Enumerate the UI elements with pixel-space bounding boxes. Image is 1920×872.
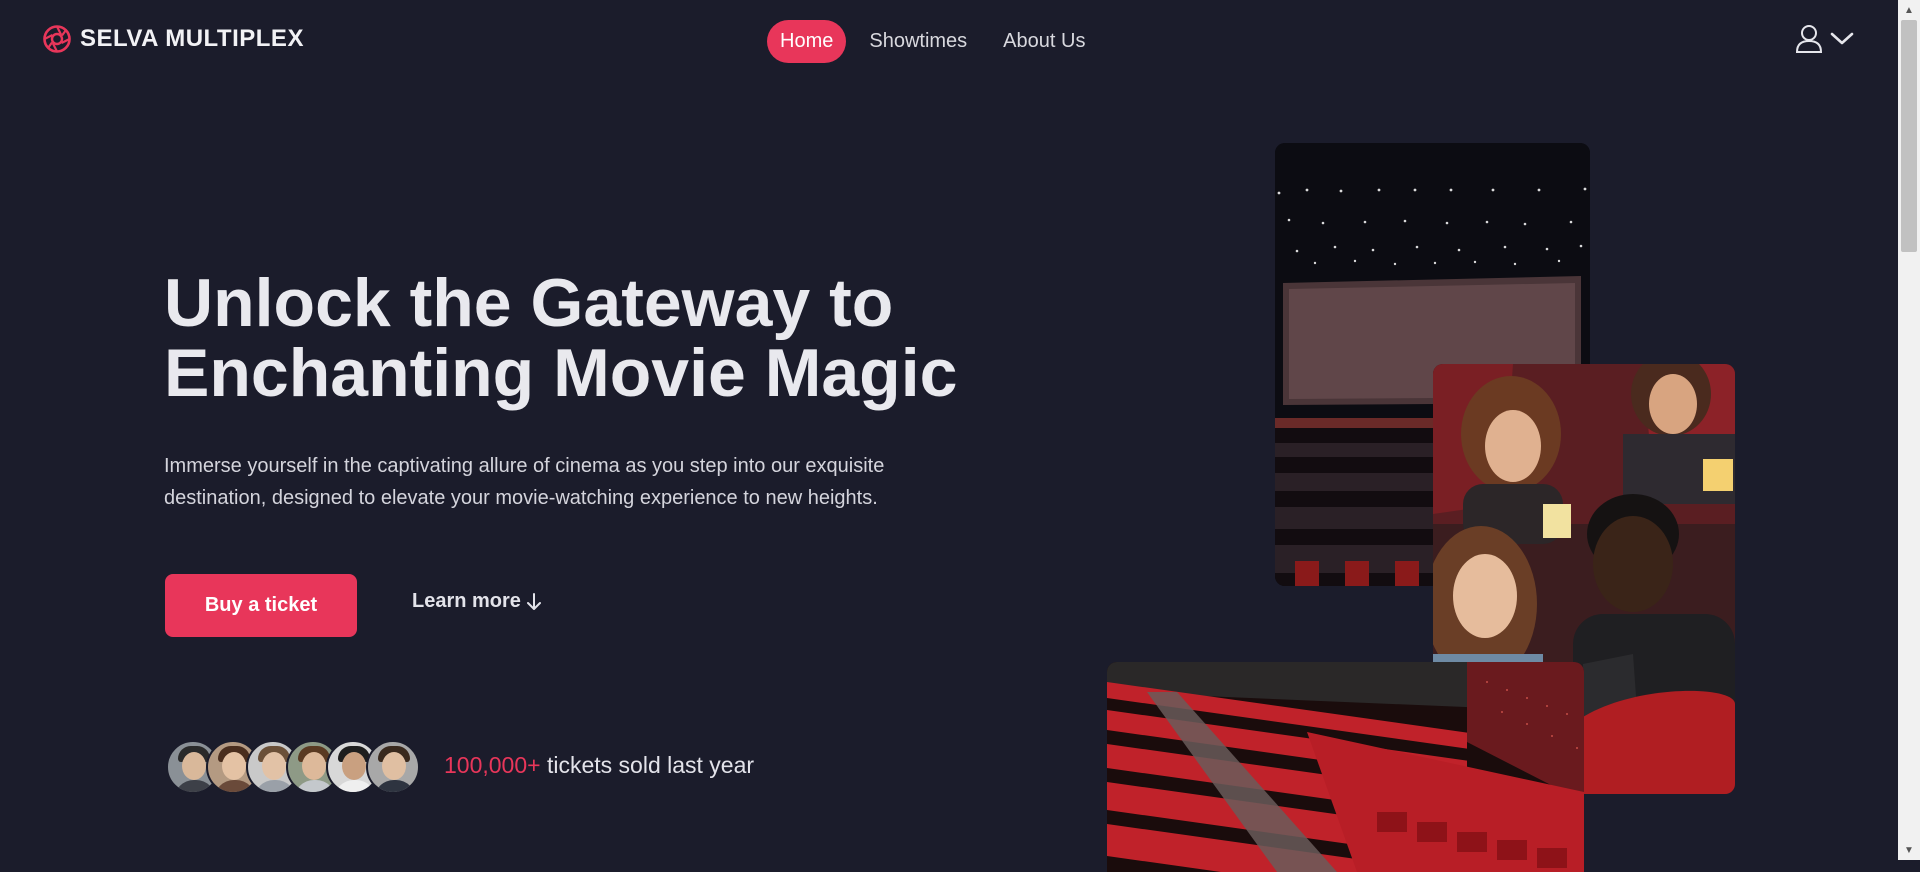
theater-seats-image [1107, 662, 1584, 872]
user-menu[interactable] [1795, 24, 1855, 54]
tickets-sold-count: 100,000+ [444, 752, 541, 778]
scroll-down-arrow-icon[interactable]: ▼ [1898, 840, 1920, 860]
page-scrollbar[interactable]: ▲ ▼ [1898, 0, 1920, 860]
scrollbar-thumb[interactable] [1901, 20, 1917, 252]
brand-name: SELVA MULTIPLEX [80, 25, 304, 52]
nav-about-us[interactable]: About Us [990, 20, 1098, 63]
scroll-up-arrow-icon[interactable]: ▲ [1898, 0, 1920, 20]
nav-showtimes[interactable]: Showtimes [856, 20, 980, 63]
customer-avatars [166, 740, 426, 796]
hero-title-line-1: Unlock the Gateway to [164, 265, 894, 341]
hero-description: Immerse yourself in the captivating allu… [164, 455, 885, 509]
learn-more-label: Learn more [412, 590, 521, 612]
tickets-sold-label: tickets sold last year [546, 752, 755, 778]
brand-logo[interactable]: SELVA MULTIPLEX [42, 24, 304, 54]
buy-ticket-button[interactable]: Buy a ticket [165, 574, 357, 637]
user-icon [1795, 25, 1823, 53]
aperture-icon [43, 25, 71, 53]
learn-more-link[interactable]: Learn more [412, 590, 541, 613]
hero-title-line-2: Enchanting Movie Magic [164, 335, 958, 411]
hero-title: Unlock the Gateway to Enchanting Movie M… [164, 268, 964, 408]
avatar [366, 740, 420, 794]
arrow-down-icon [526, 592, 541, 610]
chevron-down-icon [1830, 32, 1854, 45]
nav-home[interactable]: Home [767, 20, 847, 63]
main-nav: Home Showtimes About Us [767, 20, 1098, 63]
tickets-sold-stat: 100,000+ tickets sold last year [444, 752, 754, 779]
